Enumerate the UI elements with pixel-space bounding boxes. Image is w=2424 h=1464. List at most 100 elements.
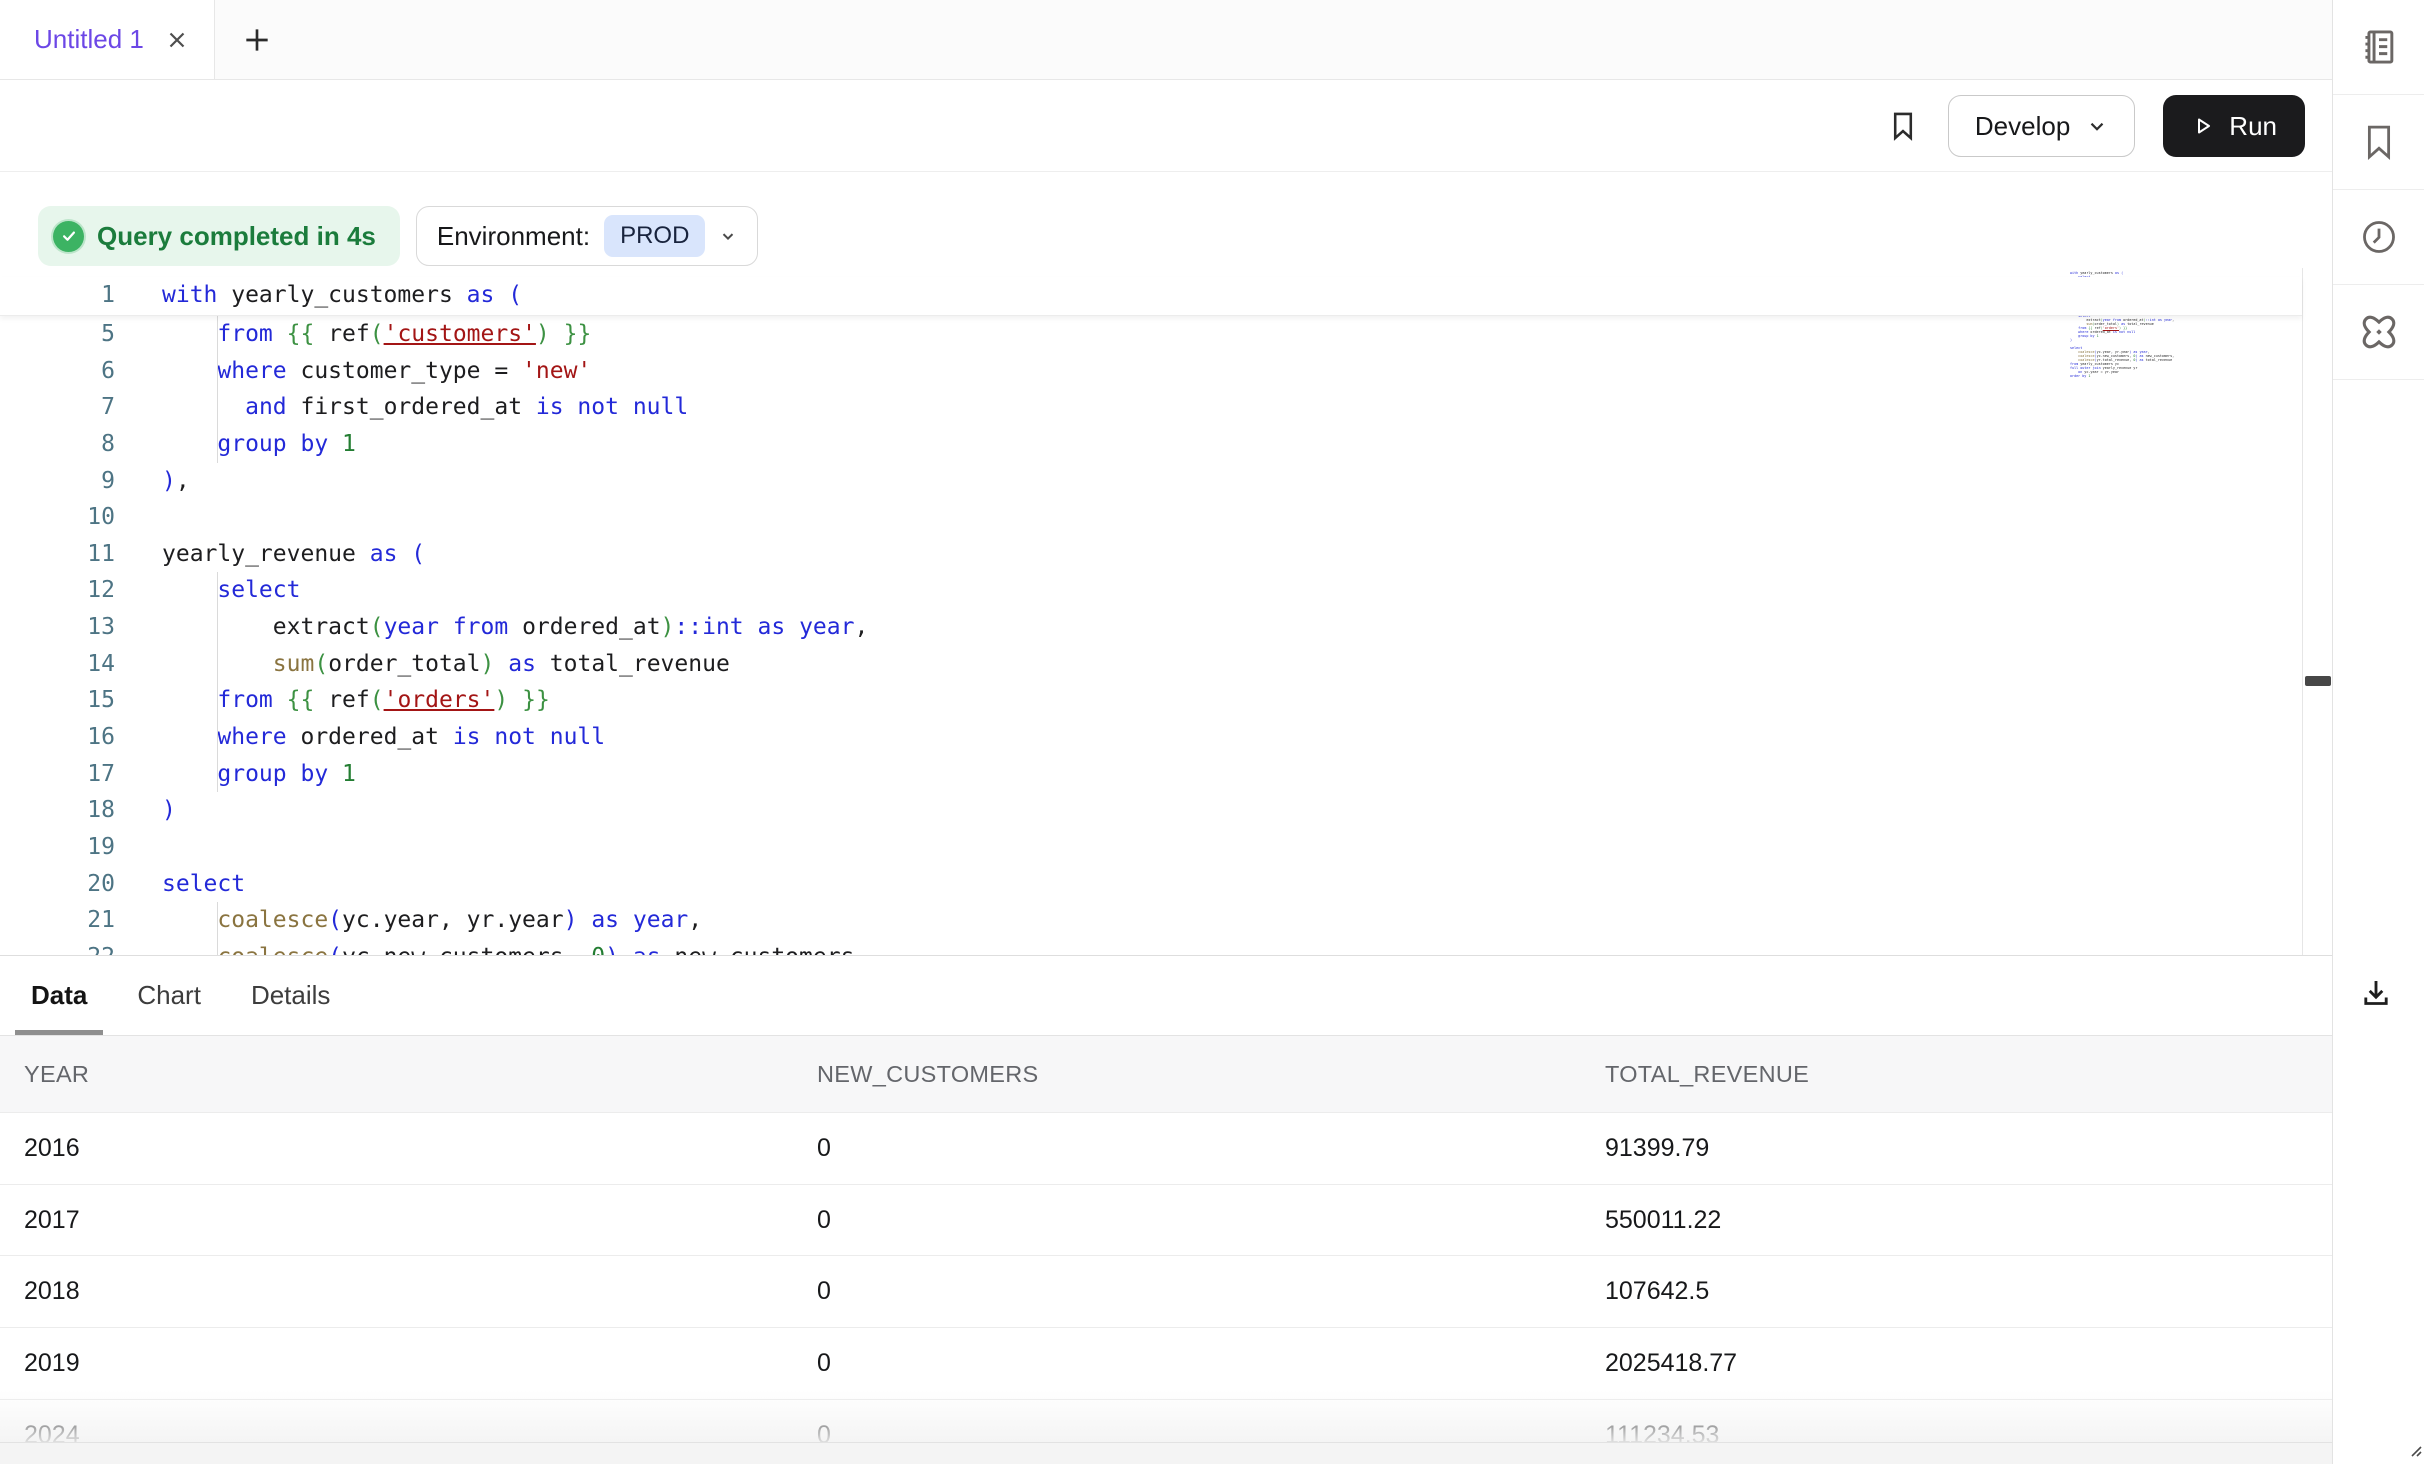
horizontal-scrollbar[interactable] [0, 1442, 2332, 1464]
close-tab-icon[interactable] [164, 27, 190, 53]
line-number: 6 [0, 353, 115, 390]
table-cell: 0 [817, 1134, 1605, 1163]
editor-sticky-line[interactable]: 1with yearly_customers as ( [0, 277, 2302, 316]
table-cell: 2019 [24, 1349, 817, 1378]
results-tab-data[interactable]: Data [15, 956, 103, 1035]
line-number: 16 [0, 719, 115, 756]
code-line-1[interactable]: 1with yearly_customers as ( [0, 277, 2302, 314]
code-line-14[interactable]: 14 sum(order_total) as total_revenue [0, 646, 2302, 683]
code-line-20[interactable]: 20select [0, 866, 2302, 903]
table-row[interactable]: 2016091399.79 [0, 1113, 2332, 1185]
editor-scrollbar[interactable] [2302, 268, 2332, 955]
minimap-line: order by 1 [2070, 375, 2295, 379]
code-line-13[interactable]: 13 extract(year from ordered_at)::int as… [0, 609, 2302, 646]
column-header: YEAR [24, 1061, 817, 1088]
code-line-6[interactable]: 6 where customer_type = 'new' [0, 353, 2302, 390]
table-cell: 2017 [24, 1206, 817, 1235]
code-line-17[interactable]: 17 group by 1 [0, 756, 2302, 793]
right-sidebar [2332, 0, 2424, 1464]
code-line-19[interactable]: 19 [0, 829, 2302, 866]
develop-dropdown[interactable]: Develop [1948, 95, 2135, 157]
chevron-down-icon [2086, 115, 2108, 137]
code-line-18[interactable]: 18) [0, 792, 2302, 829]
code-line-12[interactable]: 12 select [0, 572, 2302, 609]
indent-guide [217, 682, 218, 719]
bookmark-icon [1886, 109, 1920, 143]
code-editor[interactable]: 5 from {{ ref('customers') }}6 where cus… [0, 316, 2302, 955]
code-line-16[interactable]: 16 where ordered_at is not null [0, 719, 2302, 756]
line-number: 22 [0, 939, 115, 955]
environment-selector[interactable]: Environment: PROD [416, 206, 759, 266]
table-cell: 0 [817, 1277, 1605, 1306]
line-number: 5 [0, 316, 115, 353]
results-tab-chart[interactable]: Chart [121, 956, 217, 1035]
table-cell: 2018 [24, 1277, 817, 1306]
notebook-icon [2357, 25, 2401, 69]
indent-guide [217, 389, 218, 426]
develop-label: Develop [1975, 111, 2070, 142]
run-button[interactable]: Run [2163, 95, 2305, 157]
plus-icon [241, 24, 273, 56]
sidebar-history-button[interactable] [2333, 190, 2424, 285]
indent-guide [217, 609, 218, 646]
line-number: 8 [0, 426, 115, 463]
chevron-down-icon [719, 227, 737, 245]
results-tab-bar: DataChartDetails [0, 956, 2332, 1036]
dbt-icon [2357, 310, 2401, 354]
indent-guide [217, 646, 218, 683]
sidebar-notebook-button[interactable] [2333, 0, 2424, 95]
environment-label: Environment: [437, 221, 590, 252]
download-button[interactable] [2358, 975, 2394, 1014]
table-cell: 2025418.77 [1605, 1349, 2332, 1378]
code-line-21[interactable]: 21 coalesce(yc.year, yr.year) as year, [0, 902, 2302, 939]
indent-guide [217, 353, 218, 390]
line-number: 14 [0, 646, 115, 683]
code-line-8[interactable]: 8 group by 1 [0, 426, 2302, 463]
code-line-10[interactable]: 10 [0, 499, 2302, 536]
editor-tab-bar: Untitled 1 [0, 0, 2332, 80]
code-line-22[interactable]: 22 coalesce(yc.new_customers, 0) as new_… [0, 939, 2302, 955]
indent-guide [217, 572, 218, 609]
query-status-text: Query completed in 4s [97, 221, 376, 252]
code-line-15[interactable]: 15 from {{ ref('orders') }} [0, 682, 2302, 719]
code-line-5[interactable]: 5 from {{ ref('customers') }} [0, 316, 2302, 353]
bookmark-button[interactable] [1886, 109, 1920, 143]
table-row[interactable]: 201902025418.77 [0, 1328, 2332, 1400]
results-tab-details[interactable]: Details [235, 956, 346, 1035]
line-number: 19 [0, 829, 115, 866]
editor-toolbar: Develop Run [0, 81, 2332, 171]
play-icon [2191, 114, 2215, 138]
table-cell: 91399.79 [1605, 1134, 2332, 1163]
tab-label: Untitled 1 [34, 24, 144, 55]
indent-guide [217, 939, 218, 955]
code-line-11[interactable]: 11yearly_revenue as ( [0, 536, 2302, 573]
table-row[interactable]: 20180107642.5 [0, 1256, 2332, 1328]
line-number: 17 [0, 756, 115, 793]
indent-guide [217, 316, 218, 353]
new-tab-button[interactable] [241, 24, 273, 56]
code-line-7[interactable]: 7 and first_ordered_at is not null [0, 389, 2302, 426]
tab-untitled-1[interactable]: Untitled 1 [0, 0, 215, 79]
line-number: 7 [0, 389, 115, 426]
bookmark-icon [2358, 121, 2400, 163]
line-number: 13 [0, 609, 115, 646]
sidebar-bookmark-button[interactable] [2333, 95, 2424, 190]
line-number: 15 [0, 682, 115, 719]
line-number: 21 [0, 902, 115, 939]
column-header: NEW_CUSTOMERS [817, 1061, 1605, 1088]
code-line-9[interactable]: 9), [0, 463, 2302, 500]
sidebar-dbt-button[interactable] [2333, 285, 2424, 380]
table-row[interactable]: 20170550011.22 [0, 1185, 2332, 1257]
indent-guide [217, 426, 218, 463]
dbt-studio-window: Untitled 1 Develop Run Query comple [0, 0, 2424, 1464]
table-cell: 0 [817, 1349, 1605, 1378]
toolbar-divider [0, 171, 2332, 172]
table-header-row: YEARNEW_CUSTOMERSTOTAL_REVENUE [0, 1036, 2332, 1113]
line-number: 10 [0, 499, 115, 536]
download-icon [2358, 975, 2394, 1011]
table-cell: 550011.22 [1605, 1206, 2332, 1235]
window-resize-grip[interactable] [2406, 1441, 2422, 1462]
line-number: 1 [0, 277, 115, 314]
line-number: 20 [0, 866, 115, 903]
scrollbar-thumb[interactable] [2305, 676, 2331, 686]
